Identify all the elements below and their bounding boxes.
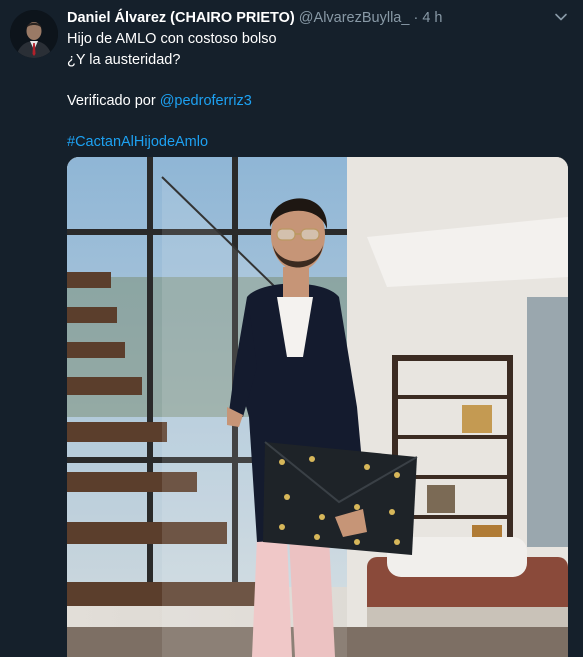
verified-prefix: Verificado por xyxy=(67,92,160,109)
tweet-media-photo[interactable] xyxy=(67,157,568,657)
tweet-header: Daniel Álvarez (CHAIRO PRIETO) @AlvarezB… xyxy=(67,9,443,27)
avatar[interactable] xyxy=(10,10,58,58)
separator-dot: · xyxy=(413,10,419,26)
tweet-text-line: Hijo de AMLO con costoso bolso xyxy=(67,31,277,47)
author-name[interactable]: Daniel Álvarez (CHAIRO PRIETO) xyxy=(67,10,295,26)
chevron-down-icon[interactable] xyxy=(553,9,569,25)
tweet: Daniel Álvarez (CHAIRO PRIETO) @AlvarezB… xyxy=(0,0,583,657)
tweet-text: Hijo de AMLO con costoso bolso ¿Y la aus… xyxy=(67,29,277,152)
mention-link[interactable]: @pedroferriz3 xyxy=(160,93,252,109)
hashtag-link[interactable]: #CactanAlHijodeAmlo xyxy=(67,132,277,153)
tweet-text-line: ¿Y la austeridad? xyxy=(67,51,181,68)
verified-line: Verificado por @pedroferriz3 xyxy=(67,91,277,112)
author-handle[interactable]: @AlvarezBuylla_ xyxy=(299,10,410,26)
timestamp[interactable]: 4 h xyxy=(422,10,442,26)
